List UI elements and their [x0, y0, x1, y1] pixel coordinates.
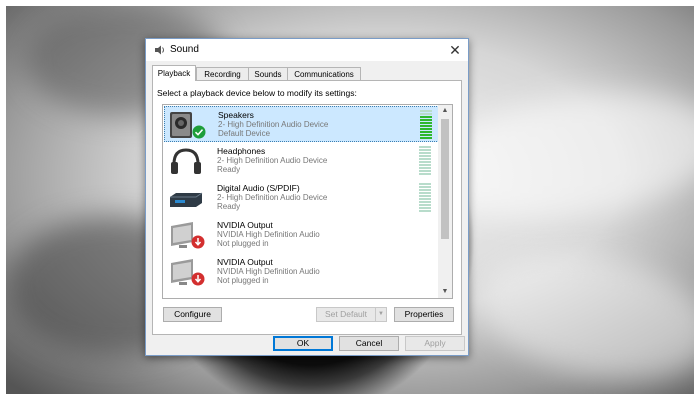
meter-segment: [420, 119, 432, 121]
apply-button[interactable]: Apply: [405, 336, 465, 351]
scroll-down-icon[interactable]: ▼: [438, 286, 452, 298]
meter-segment: [419, 192, 431, 194]
device-description: NVIDIA High Definition Audio: [217, 267, 320, 276]
meter-segment: [419, 183, 431, 185]
meter-segment: [419, 195, 431, 197]
meter-segment: [419, 158, 431, 160]
title-bar[interactable]: Sound ✕: [146, 39, 468, 61]
meter-segment: [420, 125, 432, 127]
device-description: 2- High Definition Audio Device: [218, 120, 329, 129]
scroll-up-icon[interactable]: ▲: [438, 105, 452, 117]
device-name: NVIDIA Output: [217, 257, 273, 267]
meter-segment: [419, 164, 431, 166]
meter-segment: [419, 152, 431, 154]
device-status: Ready: [217, 202, 241, 211]
device-description: NVIDIA High Definition Audio: [217, 230, 320, 239]
unplugged-badge-icon: [191, 272, 205, 286]
device-status: Not plugged in: [217, 276, 269, 285]
properties-button[interactable]: Properties: [394, 307, 454, 322]
device-status: Default Device: [218, 129, 271, 138]
tab-recording[interactable]: Recording: [196, 67, 249, 80]
meter-segment: [419, 207, 431, 209]
device-name: NVIDIA Output: [217, 220, 273, 230]
meter-segment: [419, 161, 431, 163]
meter-segment: [420, 110, 432, 112]
tab-communications[interactable]: Communications: [287, 67, 361, 80]
device-speakers[interactable]: Speakers 2- High Definition Audio Device…: [164, 106, 439, 142]
wallpaper-highlight: [466, 232, 694, 394]
meter-segment: [419, 204, 431, 206]
meter-segment: [419, 167, 431, 169]
meter-segment: [419, 201, 431, 203]
cancel-button[interactable]: Cancel: [339, 336, 399, 351]
configure-button[interactable]: Configure: [163, 307, 222, 322]
device-digital-audio[interactable]: Digital Audio (S/PDIF) 2- High Definitio…: [164, 180, 439, 216]
scroll-thumb[interactable]: [441, 119, 449, 239]
device-name: Digital Audio (S/PDIF): [217, 183, 300, 193]
device-nvidia-output-1[interactable]: NVIDIA Output NVIDIA High Definition Aud…: [164, 217, 439, 253]
device-list-scrollbar[interactable]: ▲ ▼: [438, 105, 452, 298]
meter-segment: [420, 113, 432, 115]
device-list[interactable]: Speakers 2- High Definition Audio Device…: [162, 104, 453, 299]
chevron-down-icon: ▼: [378, 311, 384, 317]
meter-segment: [420, 137, 432, 139]
meter-segment: [420, 116, 432, 118]
close-icon[interactable]: ✕: [446, 41, 464, 59]
meter-segment: [419, 146, 431, 148]
meter-segment: [419, 170, 431, 172]
sound-dialog: Sound ✕ Playback Recording Sounds Commun…: [145, 38, 469, 356]
headphones-icon: [167, 146, 205, 178]
meter-segment: [419, 186, 431, 188]
meter-segment: [419, 173, 431, 175]
instructions-label: Select a playback device below to modify…: [157, 88, 357, 98]
device-nvidia-output-2[interactable]: NVIDIA Output NVIDIA High Definition Aud…: [164, 254, 439, 290]
default-check-icon: [192, 125, 206, 139]
meter-segment: [419, 198, 431, 200]
device-name: Speakers: [218, 110, 254, 120]
digital-audio-icon: [167, 183, 205, 215]
meter-segment: [420, 122, 432, 124]
device-headphones[interactable]: Headphones 2- High Definition Audio Devi…: [164, 143, 439, 179]
level-meter: [419, 183, 431, 213]
speaker-icon: [154, 44, 166, 56]
meter-segment: [419, 189, 431, 191]
meter-segment: [420, 128, 432, 130]
meter-segment: [419, 210, 431, 212]
device-status: Ready: [217, 165, 241, 174]
device-name: Headphones: [217, 146, 266, 156]
tab-playback[interactable]: Playback: [152, 65, 196, 81]
device-description: 2- High Definition Audio Device: [217, 156, 328, 165]
level-meter: [419, 146, 431, 176]
set-default-dropdown[interactable]: ▼: [375, 307, 387, 322]
level-meter: [420, 110, 432, 140]
meter-segment: [420, 134, 432, 136]
device-description: 2- High Definition Audio Device: [217, 193, 328, 202]
set-default-button[interactable]: Set Default: [316, 307, 376, 322]
meter-segment: [419, 149, 431, 151]
ok-button[interactable]: OK: [273, 336, 333, 351]
device-status: Not plugged in: [217, 239, 269, 248]
unplugged-badge-icon: [191, 235, 205, 249]
meter-segment: [419, 155, 431, 157]
tab-sounds[interactable]: Sounds: [248, 67, 288, 80]
window-title: Sound: [170, 44, 199, 55]
meter-segment: [420, 131, 432, 133]
